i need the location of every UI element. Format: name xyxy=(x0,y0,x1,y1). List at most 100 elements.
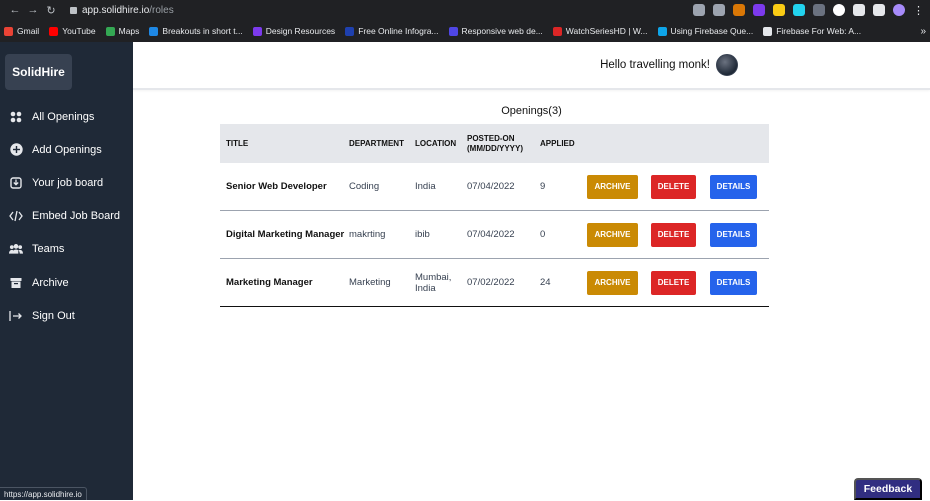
top-bar: Hello travelling monk! xyxy=(133,42,930,90)
star-icon[interactable] xyxy=(713,4,725,16)
bookmark-favicon-icon xyxy=(345,26,355,36)
column-header-applied: APPLIED xyxy=(540,139,575,148)
extension-icon[interactable] xyxy=(813,4,825,16)
opening-location: India xyxy=(415,181,436,192)
extension-icon[interactable] xyxy=(733,4,745,16)
back-icon[interactable]: ← xyxy=(6,4,24,16)
opening-title: Senior Web Developer xyxy=(226,181,327,192)
extensions-area: ⋮ xyxy=(693,4,924,17)
bookmark-label: Free Online Infogra... xyxy=(358,26,439,36)
bookmark-item[interactable]: Firebase For Web: A... xyxy=(763,26,861,36)
delete-button[interactable]: DELETE xyxy=(651,174,696,199)
bookmark-favicon-icon xyxy=(448,26,458,36)
url-host: app.solidhire.io xyxy=(82,4,150,16)
opening-applied-count: 9 xyxy=(540,181,546,192)
lock-icon xyxy=(70,6,77,14)
table-row: Digital Marketing Manager makrting ibib … xyxy=(220,211,769,259)
extension-icon[interactable] xyxy=(753,4,765,16)
sidepanel-icon[interactable] xyxy=(873,4,885,16)
bookmark-item[interactable]: YouTube xyxy=(49,26,96,36)
opening-applied-count: 24 xyxy=(540,277,551,288)
sign-out-icon xyxy=(9,309,23,323)
openings-table: TITLE DEPARTMENT LOCATION POSTED-ON (MM/… xyxy=(220,124,769,307)
sidebar-item-your-job-board[interactable]: Your job board xyxy=(0,166,133,199)
address-bar[interactable]: app.solidhire.io/roles xyxy=(70,5,174,16)
puzzle-icon[interactable] xyxy=(853,4,865,16)
sidebar-item-label: All Openings xyxy=(32,110,95,123)
sidebar-item-add-openings[interactable]: Add Openings xyxy=(0,133,133,166)
feedback-button[interactable]: Feedback xyxy=(854,478,922,500)
details-button[interactable]: DETAILS xyxy=(710,174,757,199)
sidebar-item-label: Teams xyxy=(32,243,65,256)
bookmark-favicon-icon xyxy=(552,26,562,36)
bookmarks-overflow-icon[interactable]: » xyxy=(920,26,926,37)
delete-button[interactable]: DELETE xyxy=(651,270,696,295)
bookmark-label: Gmail xyxy=(17,26,40,36)
archive-button[interactable]: ARCHIVE xyxy=(587,222,638,247)
sidebar-menu: All Openings Add Openings Your job board… xyxy=(0,100,133,332)
row-actions: ARCHIVE DELETE DETAILS xyxy=(587,270,757,295)
extension-icon[interactable] xyxy=(793,4,805,16)
bookmark-favicon-icon xyxy=(763,26,773,36)
sidebar-item-archive[interactable]: Archive xyxy=(0,266,133,299)
opening-title: Marketing Manager xyxy=(226,277,313,288)
url-path: /roles xyxy=(149,4,174,16)
opening-department: makrting xyxy=(349,229,386,240)
bookmark-label: Design Resources xyxy=(265,26,336,36)
extension-icon[interactable] xyxy=(773,4,785,16)
avatar[interactable] xyxy=(716,54,738,76)
bookmark-favicon-icon xyxy=(4,26,13,36)
code-icon xyxy=(9,209,23,223)
opening-posted-date: 07/04/2022 xyxy=(467,181,515,192)
bookmark-favicon-icon xyxy=(49,26,59,36)
delete-button[interactable]: DELETE xyxy=(651,222,696,247)
bookmark-item[interactable]: Maps xyxy=(105,26,140,36)
bookmark-label: Maps xyxy=(118,26,140,36)
bookmark-favicon-icon xyxy=(252,26,262,36)
bookmark-item[interactable]: Design Resources xyxy=(252,26,336,36)
bookmark-label: Breakouts in short t... xyxy=(162,26,243,36)
sidebar-item-label: Your job board xyxy=(32,176,104,189)
sidebar-item-embed-job-board[interactable]: Embed Job Board xyxy=(0,200,133,233)
forward-icon[interactable]: → xyxy=(24,4,42,16)
column-header-department: DEPARTMENT xyxy=(349,139,404,148)
bookmark-item[interactable]: Responsive web de... xyxy=(448,26,543,36)
sidebar-item-sign-out[interactable]: Sign Out xyxy=(0,299,133,332)
bookmark-item[interactable]: WatchSeriesHD | W... xyxy=(552,26,648,36)
bookmark-item[interactable]: Breakouts in short t... xyxy=(149,26,243,36)
extension-icon[interactable] xyxy=(833,4,845,16)
column-header-location: LOCATION xyxy=(415,139,457,148)
archive-icon xyxy=(9,276,23,290)
bookmark-favicon-icon xyxy=(149,26,159,36)
grid-icon xyxy=(9,110,23,124)
menu-kebab-icon[interactable]: ⋮ xyxy=(913,4,924,17)
bookmark-label: Firebase For Web: A... xyxy=(776,26,862,36)
table-header: TITLE DEPARTMENT LOCATION POSTED-ON (MM/… xyxy=(220,124,769,163)
reload-icon[interactable]: ↻ xyxy=(42,4,60,17)
archive-button[interactable]: ARCHIVE xyxy=(587,174,638,199)
bookmark-item[interactable]: Gmail xyxy=(4,26,39,36)
bookmark-item[interactable]: Using Firebase Que... xyxy=(657,26,753,36)
brand-logo[interactable]: SolidHire xyxy=(5,54,72,90)
sidebar-item-label: Archive xyxy=(32,276,69,289)
sidebar-item-all-openings[interactable]: All Openings xyxy=(0,100,133,133)
sidebar-item-label: Embed Job Board xyxy=(32,210,121,223)
users-icon xyxy=(9,242,23,256)
opening-applied-count: 0 xyxy=(540,229,546,240)
details-button[interactable]: DETAILS xyxy=(710,270,757,295)
share-icon[interactable] xyxy=(693,4,705,16)
column-header-title: TITLE xyxy=(226,139,249,148)
bookmark-item[interactable]: Free Online Infogra... xyxy=(345,26,439,36)
row-actions: ARCHIVE DELETE DETAILS xyxy=(587,222,757,247)
profile-icon[interactable] xyxy=(893,4,905,16)
opening-posted-date: 07/02/2022 xyxy=(467,277,515,288)
plus-circle-icon xyxy=(9,143,23,157)
browser-toolbar: ← → ↻ app.solidhire.io/roles ⋮ xyxy=(0,0,930,20)
details-button[interactable]: DETAILS xyxy=(710,222,757,247)
row-actions: ARCHIVE DELETE DETAILS xyxy=(587,174,757,199)
download-box-icon xyxy=(9,176,23,190)
archive-button[interactable]: ARCHIVE xyxy=(587,270,638,295)
sidebar-item-label: Add Openings xyxy=(32,143,102,156)
user-greeting: Hello travelling monk! xyxy=(600,59,710,71)
sidebar-item-teams[interactable]: Teams xyxy=(0,233,133,266)
